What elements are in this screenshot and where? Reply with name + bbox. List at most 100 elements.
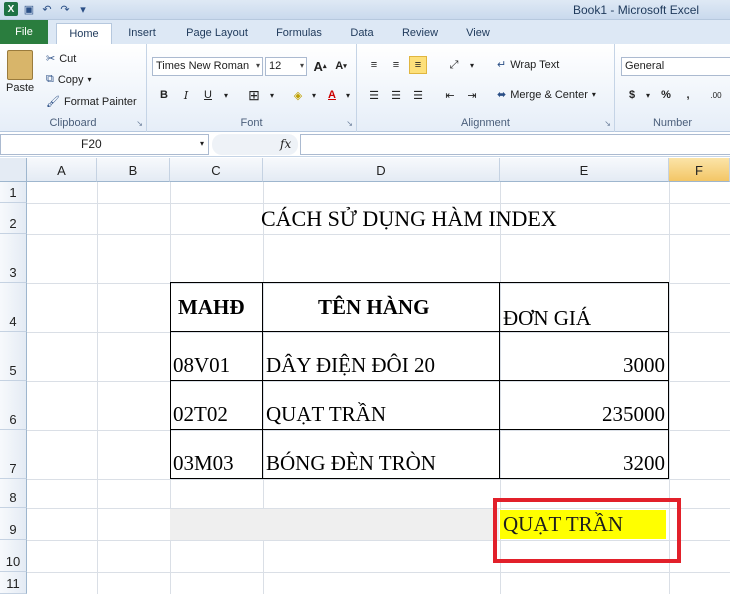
row-header-6[interactable]: 6 — [0, 381, 27, 430]
increase-decimal-icon[interactable]: .00 — [707, 86, 725, 104]
tab-view[interactable]: View — [456, 23, 500, 44]
increase-indent-icon[interactable]: ⇥ — [463, 86, 481, 104]
row-header-11[interactable]: 11 — [0, 572, 27, 594]
number-format-select[interactable]: General — [621, 57, 730, 76]
paste-button[interactable]: Paste — [6, 50, 34, 94]
underline-icon[interactable]: U — [199, 86, 217, 104]
font-launcher-icon[interactable]: ↘ — [346, 119, 353, 128]
row-header-10[interactable]: 10 — [0, 540, 27, 572]
header-name[interactable]: TÊN HÀNG — [318, 295, 429, 320]
table-border — [170, 380, 669, 381]
header-price[interactable]: ĐƠN GIÁ — [503, 306, 591, 331]
percent-button[interactable]: % — [657, 86, 675, 104]
gridline — [27, 283, 730, 284]
customize-qat-icon[interactable]: ▾ — [76, 2, 90, 16]
worksheet-grid[interactable]: A B C D E F 1 2 3 4 5 6 7 8 9 10 11 CÁCH… — [0, 158, 730, 594]
paste-icon — [7, 50, 34, 80]
tab-data[interactable]: Data — [340, 23, 384, 44]
col-header-f[interactable]: F — [669, 158, 730, 182]
table-border — [170, 282, 171, 479]
table-cell[interactable]: 02T02 — [173, 402, 228, 427]
col-header-a[interactable]: A — [27, 158, 97, 182]
italic-icon[interactable]: I — [177, 86, 195, 104]
chevron-down-icon[interactable]: ▾ — [263, 86, 281, 104]
col-header-c[interactable]: C — [170, 158, 263, 182]
chevron-down-icon[interactable]: ▾ — [339, 86, 357, 104]
row-header-9[interactable]: 9 — [0, 508, 27, 540]
wrap-text-button[interactable]: ↵ Wrap Text — [497, 58, 559, 72]
shaded-cells[interactable] — [170, 509, 499, 540]
tab-formulas[interactable]: Formulas — [266, 23, 332, 44]
table-cell[interactable]: 03M03 — [173, 451, 234, 476]
align-middle-icon[interactable]: ≡ — [387, 56, 405, 74]
save-icon[interactable]: ▣ — [22, 2, 36, 16]
bold-icon[interactable]: B — [155, 86, 173, 104]
select-all-button[interactable] — [0, 158, 27, 182]
chevron-down-icon[interactable]: ▾ — [217, 86, 235, 104]
formula-input[interactable] — [300, 134, 730, 155]
decrease-indent-icon[interactable]: ⇤ — [441, 86, 459, 104]
col-header-b[interactable]: B — [97, 158, 170, 182]
header-code[interactable]: MAHĐ — [178, 295, 245, 320]
merge-icon: ⬌ — [497, 89, 507, 101]
chevron-down-icon: ▾ — [299, 61, 304, 70]
shrink-font-icon[interactable]: A ▾ — [332, 57, 350, 75]
table-border — [262, 282, 263, 479]
table-border — [499, 282, 500, 479]
grow-font-icon[interactable]: A ▴ — [311, 57, 329, 75]
align-top-icon[interactable]: ≡ — [365, 56, 383, 74]
font-size-select[interactable]: 12 ▾ — [265, 57, 307, 76]
table-cell[interactable]: 08V01 — [173, 353, 230, 378]
undo-icon[interactable]: ↶ — [40, 2, 54, 16]
row-header-4[interactable]: 4 — [0, 283, 27, 332]
font-label: Font — [240, 117, 263, 129]
copy-button[interactable]: ⧉ Copy ▾ — [46, 73, 92, 86]
chevron-down-icon[interactable]: ▾ — [463, 56, 481, 74]
gridline — [97, 182, 98, 594]
excel-app-icon[interactable]: X — [4, 2, 18, 16]
wrap-text-icon: ↵ — [497, 59, 507, 71]
clipboard-launcher-icon[interactable]: ↘ — [136, 119, 143, 128]
chevron-down-icon[interactable]: ▾ — [305, 86, 323, 104]
tab-insert[interactable]: Insert — [118, 23, 166, 44]
borders-icon[interactable]: ⊞ — [245, 86, 263, 104]
align-right-icon[interactable]: ☰ — [409, 86, 427, 104]
comma-button[interactable]: , — [679, 86, 697, 104]
align-left-icon[interactable]: ☰ — [365, 86, 383, 104]
row-header-2[interactable]: 2 — [0, 203, 27, 234]
table-cell[interactable]: 235000 — [602, 402, 665, 427]
orientation-icon[interactable]: ⤢ — [445, 56, 463, 74]
gridline — [27, 381, 730, 382]
format-painter-button[interactable]: 🖌 Format Painter — [46, 95, 137, 109]
formula-bar: F20 ▾ fx — [0, 133, 730, 157]
align-bottom-icon[interactable]: ≡ — [409, 56, 427, 74]
table-border — [170, 331, 669, 332]
font-name-select[interactable]: Times New Roman ▾ — [152, 57, 263, 76]
alignment-launcher-icon[interactable]: ↘ — [604, 119, 611, 128]
merge-center-button[interactable]: ⬌ Merge & Center ▾ — [497, 88, 596, 102]
table-cell[interactable]: QUẠT TRẦN — [266, 402, 386, 427]
table-cell[interactable]: DÂY ĐIỆN ĐÔI 20 — [266, 353, 435, 378]
col-header-d[interactable]: D — [263, 158, 500, 182]
cut-button[interactable]: ✂ Cut — [46, 52, 76, 66]
gridline — [27, 332, 730, 333]
name-box[interactable]: F20 ▾ — [0, 134, 209, 155]
tab-review[interactable]: Review — [392, 23, 448, 44]
sheet-title[interactable]: CÁCH SỬ DỤNG HÀM INDEX — [261, 206, 557, 232]
redo-icon[interactable]: ↷ — [58, 2, 72, 16]
chevron-down-icon[interactable]: ▾ — [639, 86, 657, 104]
table-cell[interactable]: BÓNG ĐÈN TRÒN — [266, 451, 436, 476]
table-cell[interactable]: 3000 — [623, 353, 665, 378]
align-center-icon[interactable]: ☰ — [387, 86, 405, 104]
row-header-3[interactable]: 3 — [0, 234, 27, 283]
tab-page-layout[interactable]: Page Layout — [176, 23, 258, 44]
row-header-1[interactable]: 1 — [0, 182, 27, 203]
table-cell[interactable]: 3200 — [623, 451, 665, 476]
row-header-7[interactable]: 7 — [0, 430, 27, 479]
insert-function-icon[interactable]: fx — [280, 137, 291, 151]
row-header-5[interactable]: 5 — [0, 332, 27, 381]
tab-home[interactable]: Home — [56, 23, 112, 44]
col-header-e[interactable]: E — [500, 158, 669, 182]
tab-file[interactable]: File — [0, 20, 48, 44]
row-header-8[interactable]: 8 — [0, 479, 27, 508]
